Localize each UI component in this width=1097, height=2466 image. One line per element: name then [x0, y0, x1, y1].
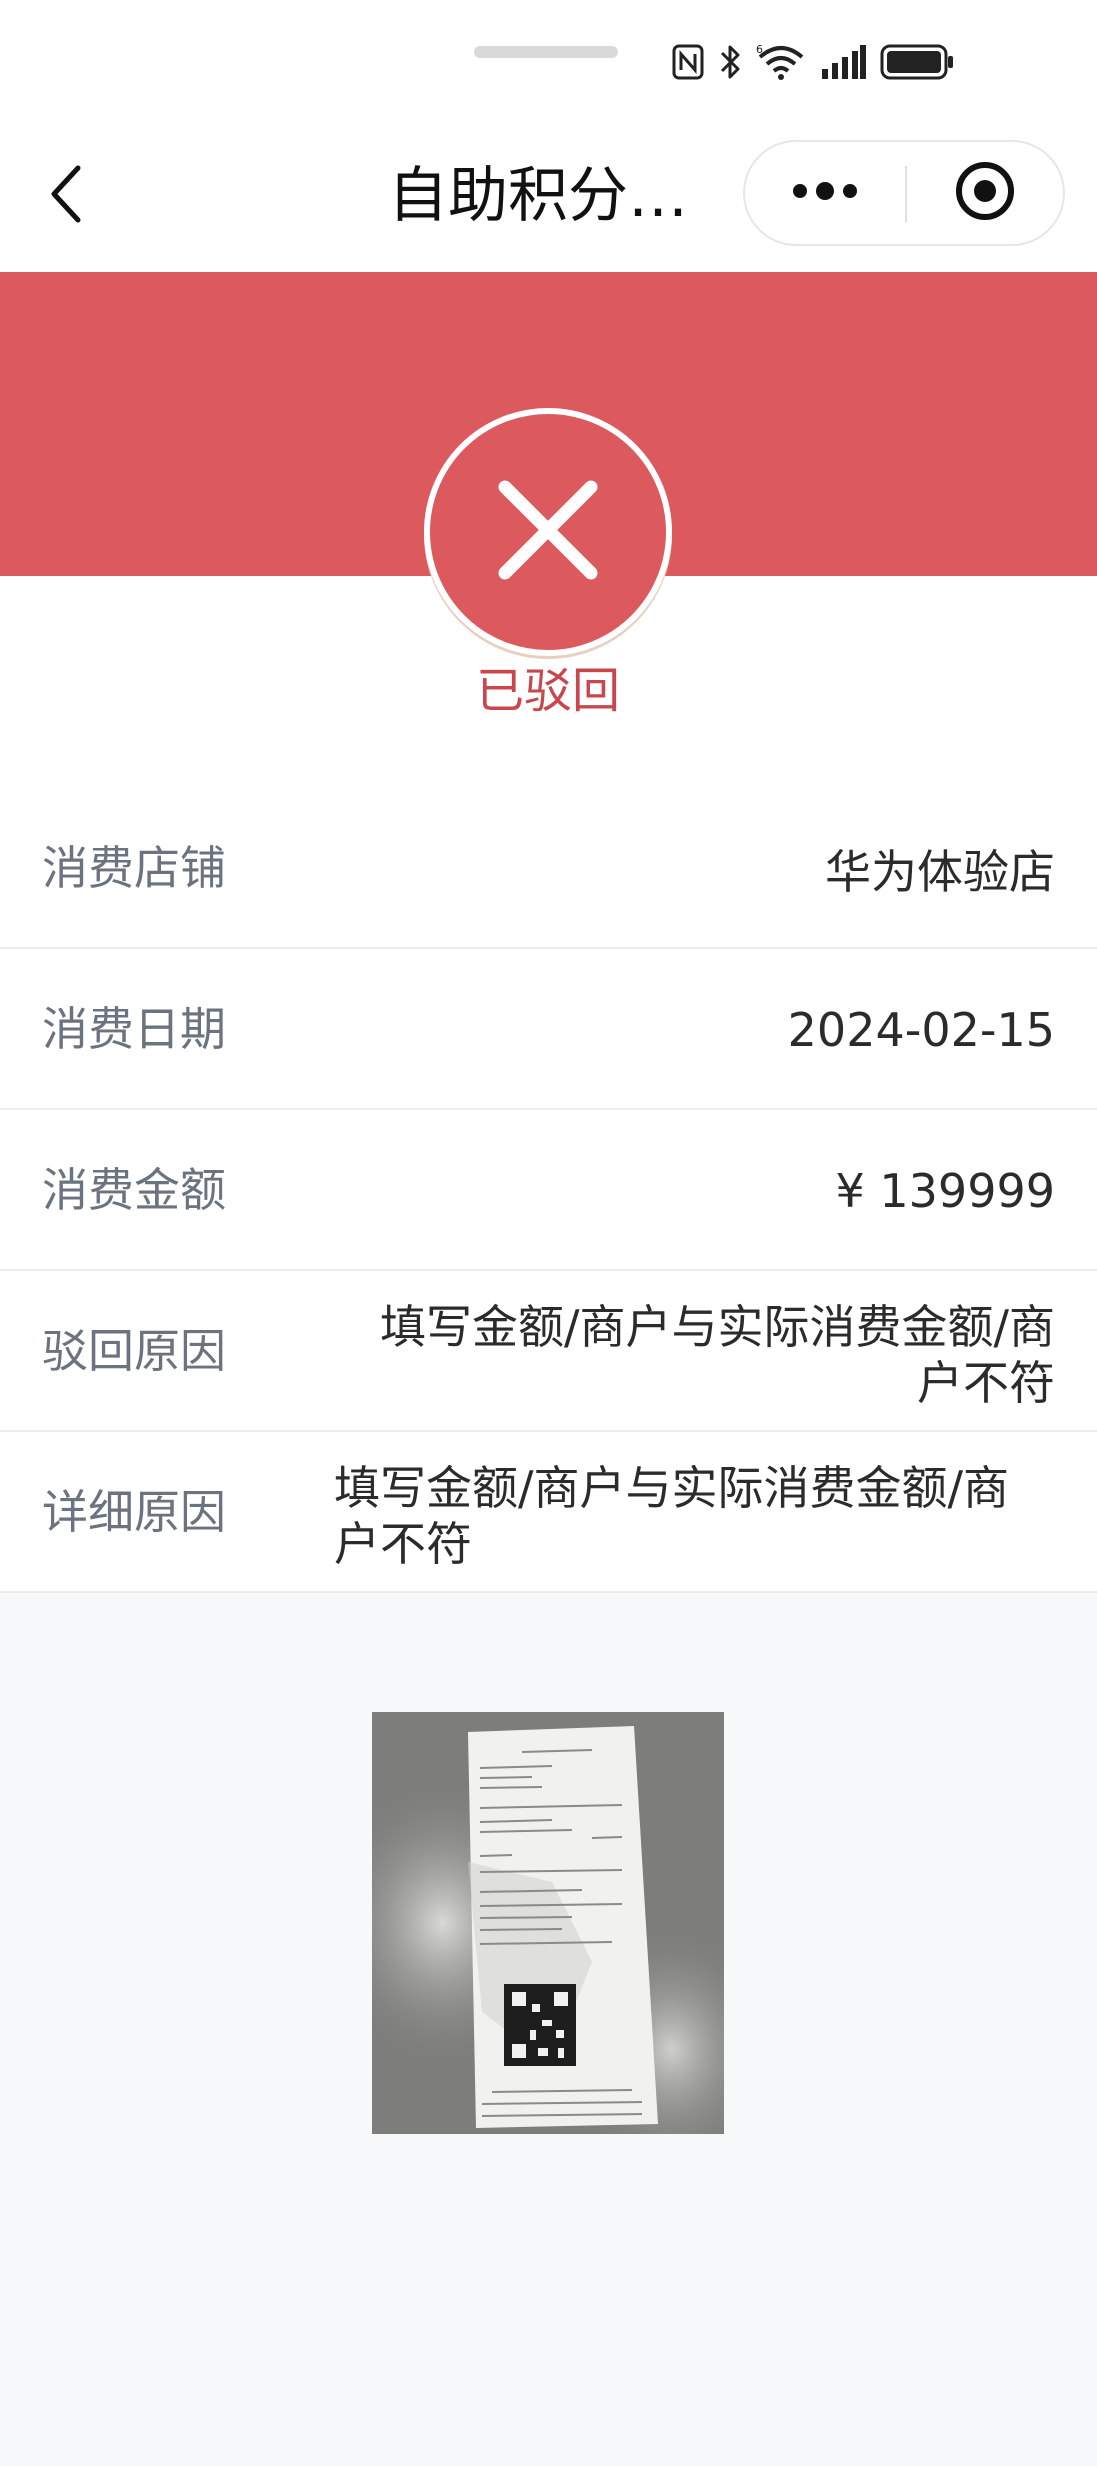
status-text: 已驳回	[475, 663, 620, 719]
detail-row-reject-reason: 驳回原因 填写金额/商户与实际消费金额/商户不符	[0, 1271, 1097, 1432]
more-dots-icon	[790, 181, 860, 205]
date-label: 消费日期	[42, 1002, 226, 1056]
nav-bar: 自助积分…	[0, 120, 1097, 272]
status-icons: 6	[672, 38, 956, 86]
notch-pill	[474, 46, 618, 58]
status-icon-circle	[424, 408, 672, 656]
store-label: 消费店铺	[42, 841, 226, 895]
detail-row-detail-reason: 详细原因 填写金额/商户与实际消费金额/商户不符	[0, 1432, 1097, 1593]
mini-program-capsule	[743, 140, 1065, 246]
detail-reason-label: 详细原因	[42, 1485, 226, 1539]
amount-label: 消费金额	[42, 1163, 226, 1217]
svg-text:6: 6	[756, 43, 763, 56]
status-bar: 6	[0, 0, 1097, 120]
date-value: 2024-02-15	[787, 1002, 1055, 1057]
detail-list: 消费店铺 华为体验店 消费日期 2024-02-15 消费金额 ¥ 139999…	[0, 788, 1097, 1593]
detail-row-amount: 消费金额 ¥ 139999	[0, 1110, 1097, 1271]
close-mini-program-button[interactable]	[907, 142, 1063, 244]
nfc-icon	[672, 44, 704, 80]
battery-icon	[880, 43, 956, 81]
wifi-6-icon: 6	[756, 43, 806, 81]
store-value: 华为体验店	[825, 844, 1055, 899]
target-icon	[953, 159, 1017, 227]
detail-row-store: 消费店铺 华为体验店	[0, 788, 1097, 949]
back-button[interactable]	[36, 160, 96, 232]
page-title: 自助积分…	[388, 161, 688, 231]
close-x-icon	[493, 475, 603, 589]
receipt-photo[interactable]	[372, 1712, 724, 2134]
detail-reason-value: 填写金额/商户与实际消费金额/商户不符	[334, 1461, 1009, 1571]
amount-value: ¥ 139999	[835, 1163, 1056, 1218]
chevron-left-icon	[46, 164, 86, 228]
detail-row-date: 消费日期 2024-02-15	[0, 949, 1097, 1110]
page: 6 自助积分… 已驳回 消费店铺 华为体验店 消费日期 2024-02-15 消…	[0, 0, 1097, 2466]
reject-reason-value: 填写金额/商户与实际消费金额/商户不符	[380, 1300, 1055, 1410]
more-button[interactable]	[745, 142, 905, 244]
signal-icon	[820, 45, 866, 79]
reject-reason-label: 驳回原因	[42, 1324, 226, 1378]
bluetooth-icon	[718, 43, 742, 81]
